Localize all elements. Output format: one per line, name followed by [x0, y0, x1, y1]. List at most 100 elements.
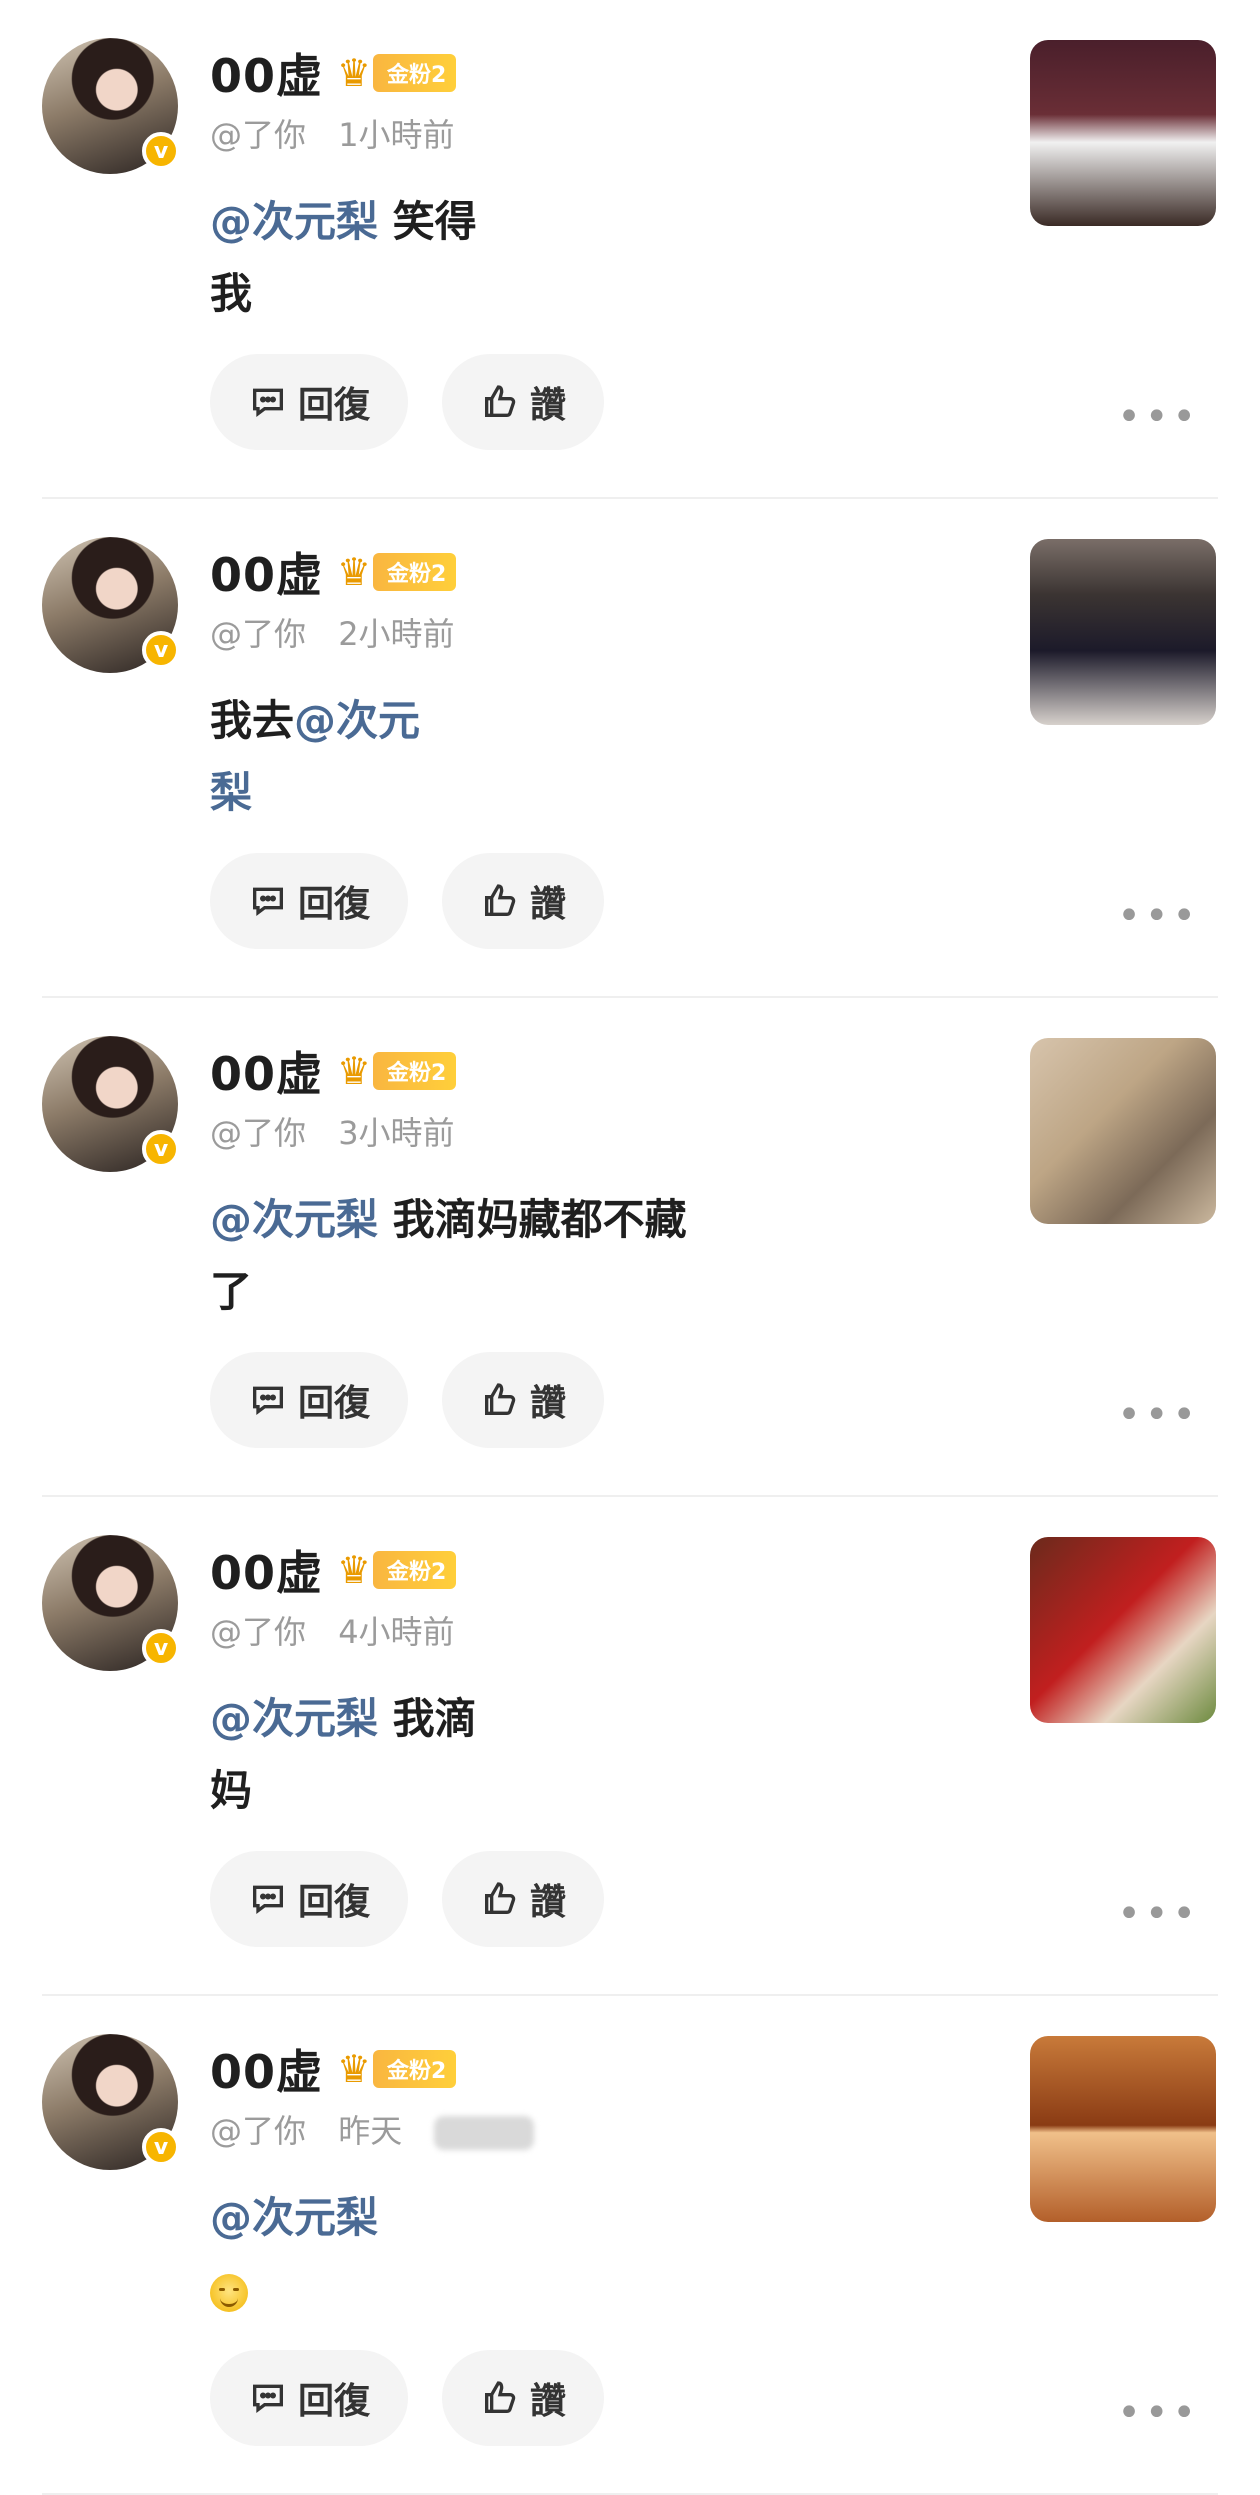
user-handle[interactable]: @了你	[210, 1114, 306, 1152]
comment-image-thumbnail[interactable]	[1030, 1537, 1216, 1723]
fan-badge[interactable]: ♛ 金粉2	[337, 1548, 457, 1592]
like-button[interactable]: 讚	[442, 1851, 605, 1947]
mention-link[interactable]: @次元梨	[210, 2193, 378, 2242]
reply-label: 回復	[298, 385, 371, 426]
reply-button[interactable]: 回復	[210, 1352, 409, 1448]
user-name[interactable]: 00虚	[210, 40, 323, 106]
avatar[interactable]: v	[42, 1535, 180, 1671]
blurred-text	[434, 2116, 535, 2150]
comment-bubble-icon	[253, 2384, 283, 2413]
reply-button[interactable]: 回復	[210, 853, 409, 949]
comment-meta: @了你 1小時前	[210, 110, 477, 156]
crown-icon: ♛	[337, 550, 372, 594]
fan-badge[interactable]: ♛ 金粉2	[337, 1049, 457, 1093]
fan-badge[interactable]: ♛ 金粉2	[337, 51, 457, 95]
like-label: 讚	[530, 884, 567, 925]
comment-text: @次元梨	[210, 2182, 770, 2326]
mention-link[interactable]: @次元梨	[210, 197, 378, 246]
fan-badge-label: 金粉2	[373, 54, 457, 92]
fan-badge[interactable]: ♛ 金粉2	[337, 550, 457, 594]
reply-label: 回復	[298, 1383, 371, 1424]
more-dots-icon[interactable]: •••	[1117, 394, 1200, 440]
mention-link[interactable]: @次元	[294, 696, 420, 745]
user-handle[interactable]: @了你	[210, 116, 306, 154]
user-name[interactable]: 00虚	[210, 539, 323, 605]
user-handle[interactable]: @了你	[210, 2112, 306, 2150]
comment-text: @次元梨 我滴妈藏都不藏 了	[210, 1184, 770, 1328]
verified-v-icon: v	[142, 1130, 180, 1168]
fan-badge-label: 金粉2	[373, 2050, 457, 2088]
like-label: 讚	[530, 2381, 567, 2422]
mention-link[interactable]: @次元梨	[210, 1694, 378, 1743]
more-dots-icon[interactable]: •••	[1117, 1891, 1200, 1937]
timestamp: 1小時前	[338, 116, 455, 154]
comment-body: 我滴	[378, 1694, 477, 1743]
action-bar: 回復 讚	[210, 1352, 638, 1448]
reply-button[interactable]: 回復	[210, 354, 409, 450]
comment-bubble-icon	[253, 1386, 283, 1415]
avatar[interactable]: v	[42, 38, 180, 174]
comment-item: v 00虚 ♛ 金粉2 @了你 昨天 @次元梨 回復 讚 •••	[0, 1996, 1260, 2495]
comment-meta: @了你 4小時前	[210, 1607, 477, 1653]
user-handle[interactable]: @了你	[210, 615, 306, 653]
timestamp: 3小時前	[338, 1114, 455, 1152]
user-name[interactable]: 00虚	[210, 1537, 323, 1603]
reply-button[interactable]: 回復	[210, 2350, 409, 2446]
avatar[interactable]: v	[42, 537, 180, 673]
verified-v-icon: v	[142, 631, 180, 669]
comment-image-thumbnail[interactable]	[1030, 40, 1216, 226]
like-button[interactable]: 讚	[442, 853, 605, 949]
more-dots-icon[interactable]: •••	[1117, 893, 1200, 939]
like-label: 讚	[530, 385, 567, 426]
comment-body-line2: 我	[210, 269, 253, 318]
more-dots-icon[interactable]: •••	[1117, 2390, 1200, 2436]
verified-v-icon: v	[142, 2128, 180, 2166]
comment-text: @次元梨 我滴 妈	[210, 1683, 770, 1827]
verified-v-icon: v	[142, 1629, 180, 1667]
comment-body-line2: 了	[210, 1267, 253, 1316]
like-button[interactable]: 讚	[442, 1352, 605, 1448]
mention-link[interactable]: @次元梨	[210, 1195, 378, 1244]
crown-icon: ♛	[337, 1049, 372, 1093]
comment-body: 我滴妈藏都不藏	[378, 1195, 687, 1244]
mention-link-line2[interactable]: 梨	[210, 768, 252, 817]
comment-image-thumbnail[interactable]	[1030, 2036, 1216, 2222]
thumbs-up-icon	[485, 884, 516, 916]
like-button[interactable]: 讚	[442, 354, 605, 450]
comment-item: v 00虚 ♛ 金粉2 @了你 4小時前 @次元梨 我滴 妈 回復 讚 •••	[0, 1497, 1260, 1996]
thumbs-up-icon	[485, 1882, 516, 1914]
comment-image-thumbnail[interactable]	[1030, 1038, 1216, 1224]
timestamp: 2小時前	[338, 615, 455, 653]
avatar[interactable]: v	[42, 2034, 180, 2170]
comment-meta: @了你 3小時前	[210, 1108, 477, 1154]
comment-body: 我去	[210, 696, 295, 745]
comment-image-thumbnail[interactable]	[1030, 539, 1216, 725]
action-bar: 回復 讚	[210, 853, 638, 949]
action-bar: 回復 讚	[210, 1851, 638, 1947]
user-handle[interactable]: @了你	[210, 1613, 306, 1651]
timestamp: 昨天	[338, 2112, 403, 2150]
like-button[interactable]: 讚	[442, 2350, 605, 2446]
comment-meta: @了你 2小時前	[210, 609, 477, 655]
verified-v-icon: v	[142, 132, 180, 170]
like-label: 讚	[530, 1882, 567, 1923]
name-row: 00虚 ♛ 金粉2	[210, 1038, 457, 1104]
user-name[interactable]: 00虚	[210, 1038, 323, 1104]
comment-body-line2: 妈	[210, 1766, 253, 1815]
action-bar: 回復 讚	[210, 354, 638, 450]
comment-bubble-icon	[253, 887, 283, 916]
comment-item: v 00虚 ♛ 金粉2 @了你 3小時前 @次元梨 我滴妈藏都不藏 了 回復 讚	[0, 998, 1260, 1497]
fan-badge-label: 金粉2	[373, 1551, 457, 1589]
crown-icon: ♛	[337, 1548, 372, 1592]
comment-item: v 00虚 ♛ 金粉2 @了你 1小時前 @次元梨 笑得 我 回復 讚 •••	[0, 0, 1260, 499]
more-dots-icon[interactable]: •••	[1117, 1392, 1200, 1438]
name-row: 00虚 ♛ 金粉2	[210, 1537, 457, 1603]
comment-item: v 00虚 ♛ 金粉2 @了你 2小時前 我去@次元 梨 回復 讚 •••	[0, 499, 1260, 998]
smiling-face-icon	[210, 2273, 248, 2312]
avatar[interactable]: v	[42, 1036, 180, 1172]
fan-badge[interactable]: ♛ 金粉2	[337, 2047, 457, 2091]
fan-badge-label: 金粉2	[373, 553, 457, 591]
comment-text: @次元梨 笑得 我	[210, 186, 770, 330]
reply-button[interactable]: 回復	[210, 1851, 409, 1947]
user-name[interactable]: 00虚	[210, 2036, 323, 2102]
